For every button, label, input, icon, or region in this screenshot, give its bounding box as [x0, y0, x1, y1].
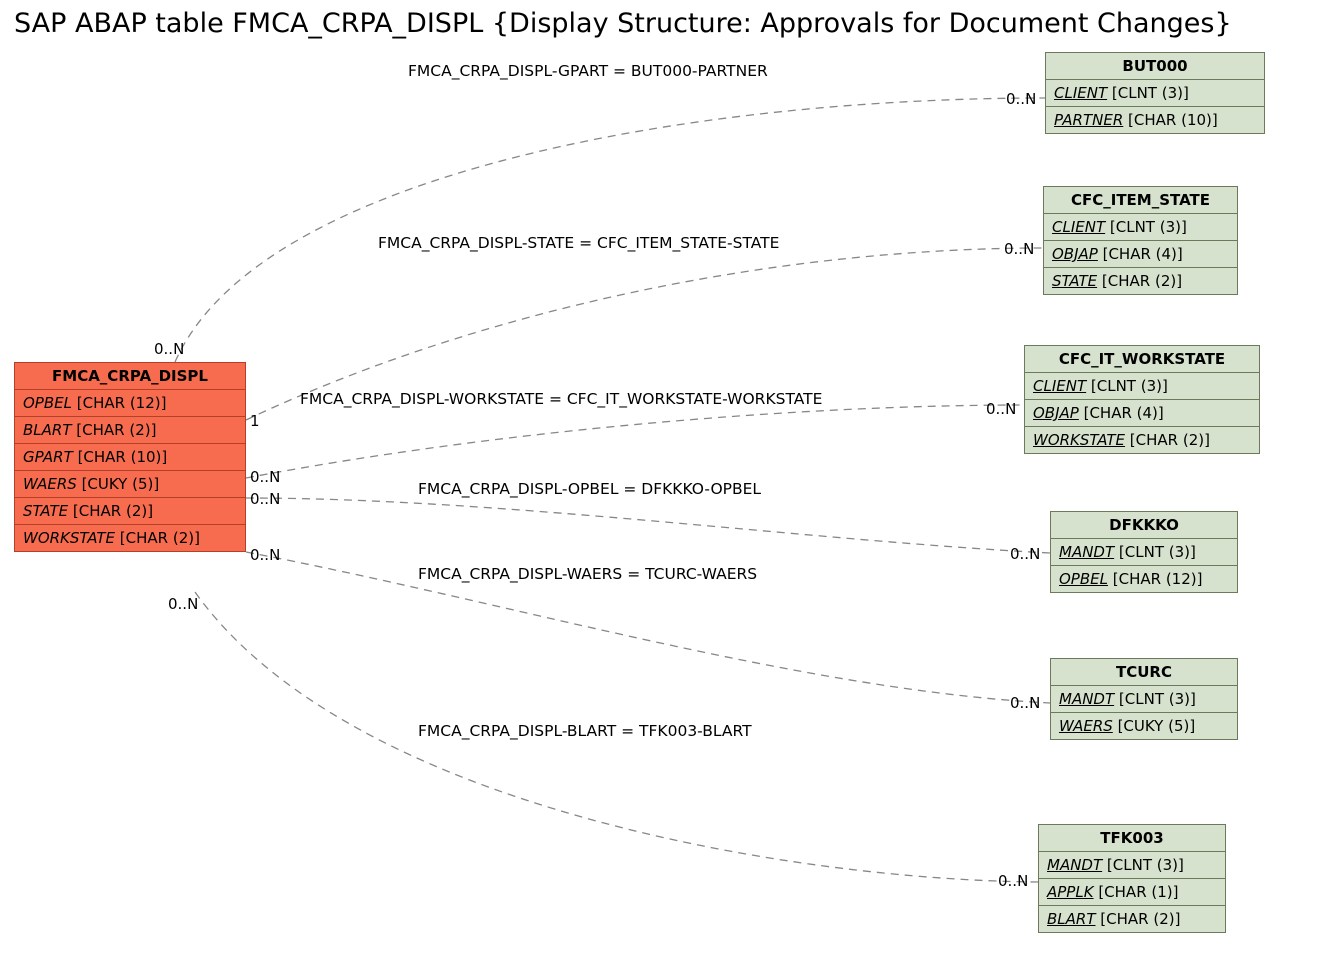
entity-field: PARTNER [CHAR (10)] — [1046, 107, 1264, 133]
relationship-label: FMCA_CRPA_DISPL-STATE = CFC_ITEM_STATE-S… — [378, 234, 779, 252]
cardinality-right: 0..N — [1010, 545, 1040, 563]
entity-field: OBJAP [CHAR (4)] — [1044, 241, 1237, 268]
entity-field: WORKSTATE [CHAR (2)] — [15, 525, 245, 551]
relationship-label: FMCA_CRPA_DISPL-OPBEL = DFKKKO-OPBEL — [418, 480, 761, 498]
entity-field: WORKSTATE [CHAR (2)] — [1025, 427, 1259, 453]
entity-field: APPLK [CHAR (1)] — [1039, 879, 1225, 906]
entity-field: STATE [CHAR (2)] — [15, 498, 245, 525]
relationship-label: FMCA_CRPA_DISPL-GPART = BUT000-PARTNER — [408, 62, 768, 80]
entity-but000: BUT000 CLIENT [CLNT (3)] PARTNER [CHAR (… — [1045, 52, 1265, 134]
entity-field: BLART [CHAR (2)] — [15, 417, 245, 444]
cardinality-right: 0..N — [1010, 694, 1040, 712]
entity-field: WAERS [CUKY (5)] — [1051, 713, 1237, 739]
entity-header: CFC_IT_WORKSTATE — [1025, 346, 1259, 373]
cardinality-left: 0..N — [250, 468, 280, 486]
cardinality-left: 0..N — [250, 490, 280, 508]
cardinality-left: 0..N — [154, 340, 184, 358]
entity-field: MANDT [CLNT (3)] — [1051, 539, 1237, 566]
entity-header: TCURC — [1051, 659, 1237, 686]
entity-fmca-crpa-displ: FMCA_CRPA_DISPL OPBEL [CHAR (12)] BLART … — [14, 362, 246, 552]
cardinality-right: 0..N — [1004, 240, 1034, 258]
entity-cfc-item-state: CFC_ITEM_STATE CLIENT [CLNT (3)] OBJAP [… — [1043, 186, 1238, 295]
entity-field: CLIENT [CLNT (3)] — [1025, 373, 1259, 400]
entity-field: WAERS [CUKY (5)] — [15, 471, 245, 498]
cardinality-right: 0..N — [1006, 90, 1036, 108]
entity-header: FMCA_CRPA_DISPL — [15, 363, 245, 390]
entity-field: MANDT [CLNT (3)] — [1039, 852, 1225, 879]
entity-tcurc: TCURC MANDT [CLNT (3)] WAERS [CUKY (5)] — [1050, 658, 1238, 740]
entity-field: CLIENT [CLNT (3)] — [1046, 80, 1264, 107]
entity-field: MANDT [CLNT (3)] — [1051, 686, 1237, 713]
cardinality-right: 0..N — [986, 400, 1016, 418]
entity-field: STATE [CHAR (2)] — [1044, 268, 1237, 294]
entity-header: CFC_ITEM_STATE — [1044, 187, 1237, 214]
entity-header: TFK003 — [1039, 825, 1225, 852]
entity-header: BUT000 — [1046, 53, 1264, 80]
cardinality-right: 0..N — [998, 872, 1028, 890]
entity-header: DFKKKO — [1051, 512, 1237, 539]
relationship-label: FMCA_CRPA_DISPL-WAERS = TCURC-WAERS — [418, 565, 757, 583]
cardinality-left: 1 — [250, 412, 260, 430]
cardinality-left: 0..N — [168, 595, 198, 613]
cardinality-left: 0..N — [250, 546, 280, 564]
entity-field: OPBEL [CHAR (12)] — [15, 390, 245, 417]
entity-cfc-it-workstate: CFC_IT_WORKSTATE CLIENT [CLNT (3)] OBJAP… — [1024, 345, 1260, 454]
entity-field: CLIENT [CLNT (3)] — [1044, 214, 1237, 241]
entity-field: GPART [CHAR (10)] — [15, 444, 245, 471]
diagram-title: SAP ABAP table FMCA_CRPA_DISPL {Display … — [14, 8, 1232, 39]
relationship-label: FMCA_CRPA_DISPL-WORKSTATE = CFC_IT_WORKS… — [300, 390, 822, 408]
entity-dfkkko: DFKKKO MANDT [CLNT (3)] OPBEL [CHAR (12)… — [1050, 511, 1238, 593]
relationship-label: FMCA_CRPA_DISPL-BLART = TFK003-BLART — [418, 722, 752, 740]
entity-tfk003: TFK003 MANDT [CLNT (3)] APPLK [CHAR (1)]… — [1038, 824, 1226, 933]
entity-field: OBJAP [CHAR (4)] — [1025, 400, 1259, 427]
entity-field: BLART [CHAR (2)] — [1039, 906, 1225, 932]
entity-field: OPBEL [CHAR (12)] — [1051, 566, 1237, 592]
